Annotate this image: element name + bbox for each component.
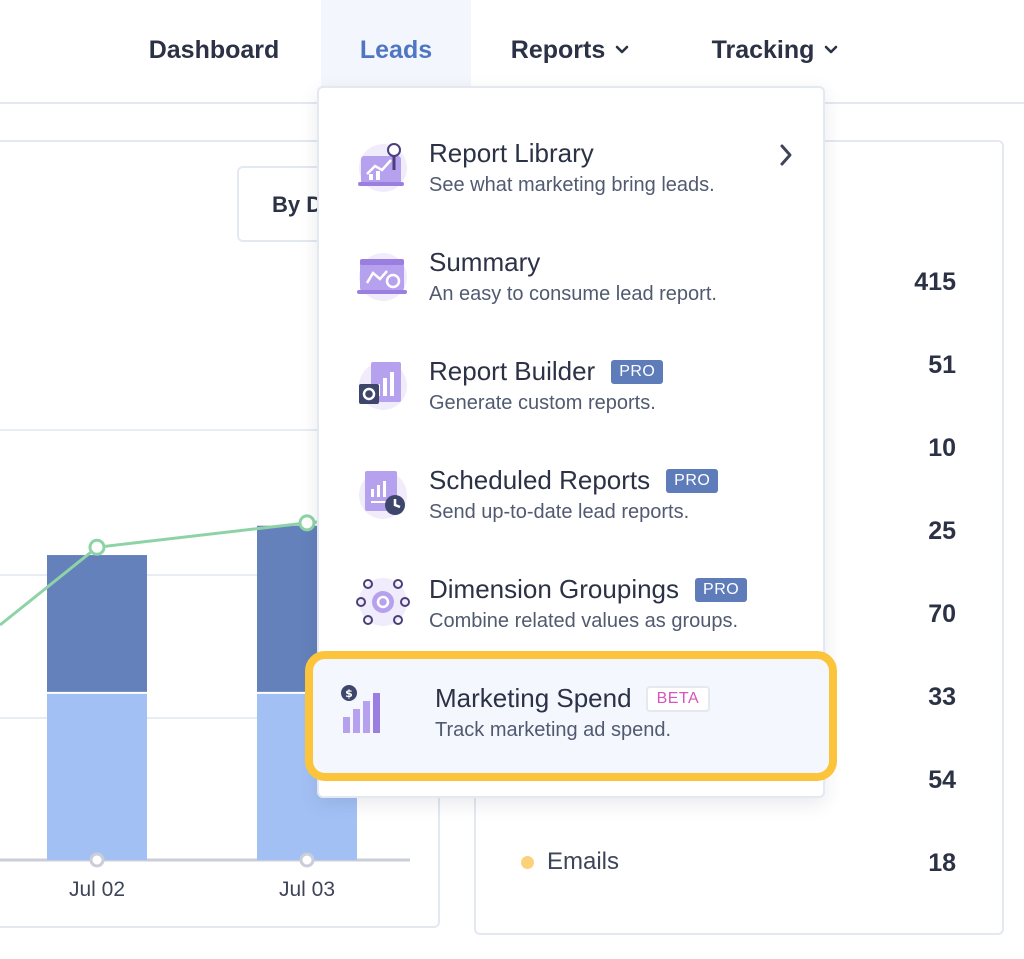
legend-dot (521, 855, 534, 869)
menu-item-title-text: Marketing Spend (435, 683, 632, 713)
line-point (88, 538, 106, 556)
pro-badge: PRO (695, 577, 748, 602)
legend-value: 70 (928, 600, 956, 628)
menu-item-title: Report Library (429, 138, 594, 169)
menu-item-scheduled-reports[interactable]: Scheduled Reports PRO Send up-to-date le… (339, 465, 809, 560)
axis-point (89, 852, 105, 868)
nav-reports-label: Reports (510, 35, 606, 64)
menu-item-title-text: Scheduled Reports (429, 465, 651, 495)
menu-item-title-text: Summary (429, 247, 541, 277)
legend-value: 10 (928, 434, 956, 462)
nav-tracking[interactable]: Tracking (680, 0, 870, 100)
dimension-groupings-icon (356, 578, 410, 626)
legend-value: 415 (914, 268, 956, 296)
nav-tracking-label: Tracking (711, 35, 815, 64)
report-builder-icon (359, 362, 407, 410)
chevron-down-icon (825, 45, 838, 54)
menu-item-description: Generate custom reports. (429, 392, 656, 414)
menu-item-title: Summary (429, 247, 540, 278)
menu-item-title-text: Dimension Groupings (429, 574, 680, 604)
nav-reports[interactable]: Reports (480, 0, 660, 100)
beta-badge: BETA (645, 685, 711, 712)
highlight-marketing-spend: $ Marketing Spend BETA Track marketing a… (305, 651, 837, 781)
legend-value: 51 (928, 351, 956, 379)
menu-item-report-library[interactable]: Report Library See what marketing bring … (339, 138, 809, 233)
axis-point (299, 852, 315, 868)
menu-item-description: An easy to consume lead report. (429, 283, 717, 305)
menu-item-description: Track marketing ad spend. (435, 719, 672, 741)
menu-item-title: Dimension Groupings PRO (429, 574, 748, 605)
legend-value: 33 (928, 683, 956, 711)
legend-value: 54 (928, 766, 956, 794)
menu-item-title: Scheduled Reports PRO (429, 465, 719, 496)
line-point (298, 514, 316, 532)
menu-item-description: Send up-to-date lead reports. (429, 501, 690, 523)
menu-item-description: Combine related values as groups. (429, 610, 739, 632)
legend-row-emails: Emails (521, 848, 619, 876)
menu-item-summary[interactable]: Summary An easy to consume lead report. (339, 247, 809, 342)
menu-item-report-builder[interactable]: Report Builder PRO Generate custom repor… (339, 356, 809, 451)
report-library-icon (358, 143, 407, 192)
svg-text:$: $ (345, 687, 353, 700)
scheduled-reports-icon (359, 471, 407, 519)
menu-item-title: Marketing Spend BETA (435, 683, 711, 714)
chevron-right-icon (780, 144, 792, 166)
marketing-spend-icon: $ (341, 685, 380, 733)
menu-item-description: See what marketing bring leads. (429, 174, 715, 196)
legend-value: 25 (928, 517, 956, 545)
chevron-down-icon (615, 45, 629, 54)
x-tick-label: Jul 02 (69, 878, 125, 901)
x-tick-label: Jul 03 (279, 878, 335, 901)
bar-segment-lower (47, 693, 147, 860)
summary-icon (357, 253, 407, 301)
menu-item-marketing-spend[interactable]: $ Marketing Spend BETA Track marketing a… (337, 683, 807, 778)
pro-badge: PRO (611, 359, 664, 384)
menu-item-title-text: Report Builder (429, 356, 596, 386)
legend-label: Emails (547, 848, 620, 875)
menu-item-title: Report Builder PRO (429, 356, 664, 387)
pro-badge: PRO (666, 468, 719, 493)
legend-value: 18 (928, 849, 956, 877)
menu-item-title-text: Report Library (429, 138, 594, 168)
